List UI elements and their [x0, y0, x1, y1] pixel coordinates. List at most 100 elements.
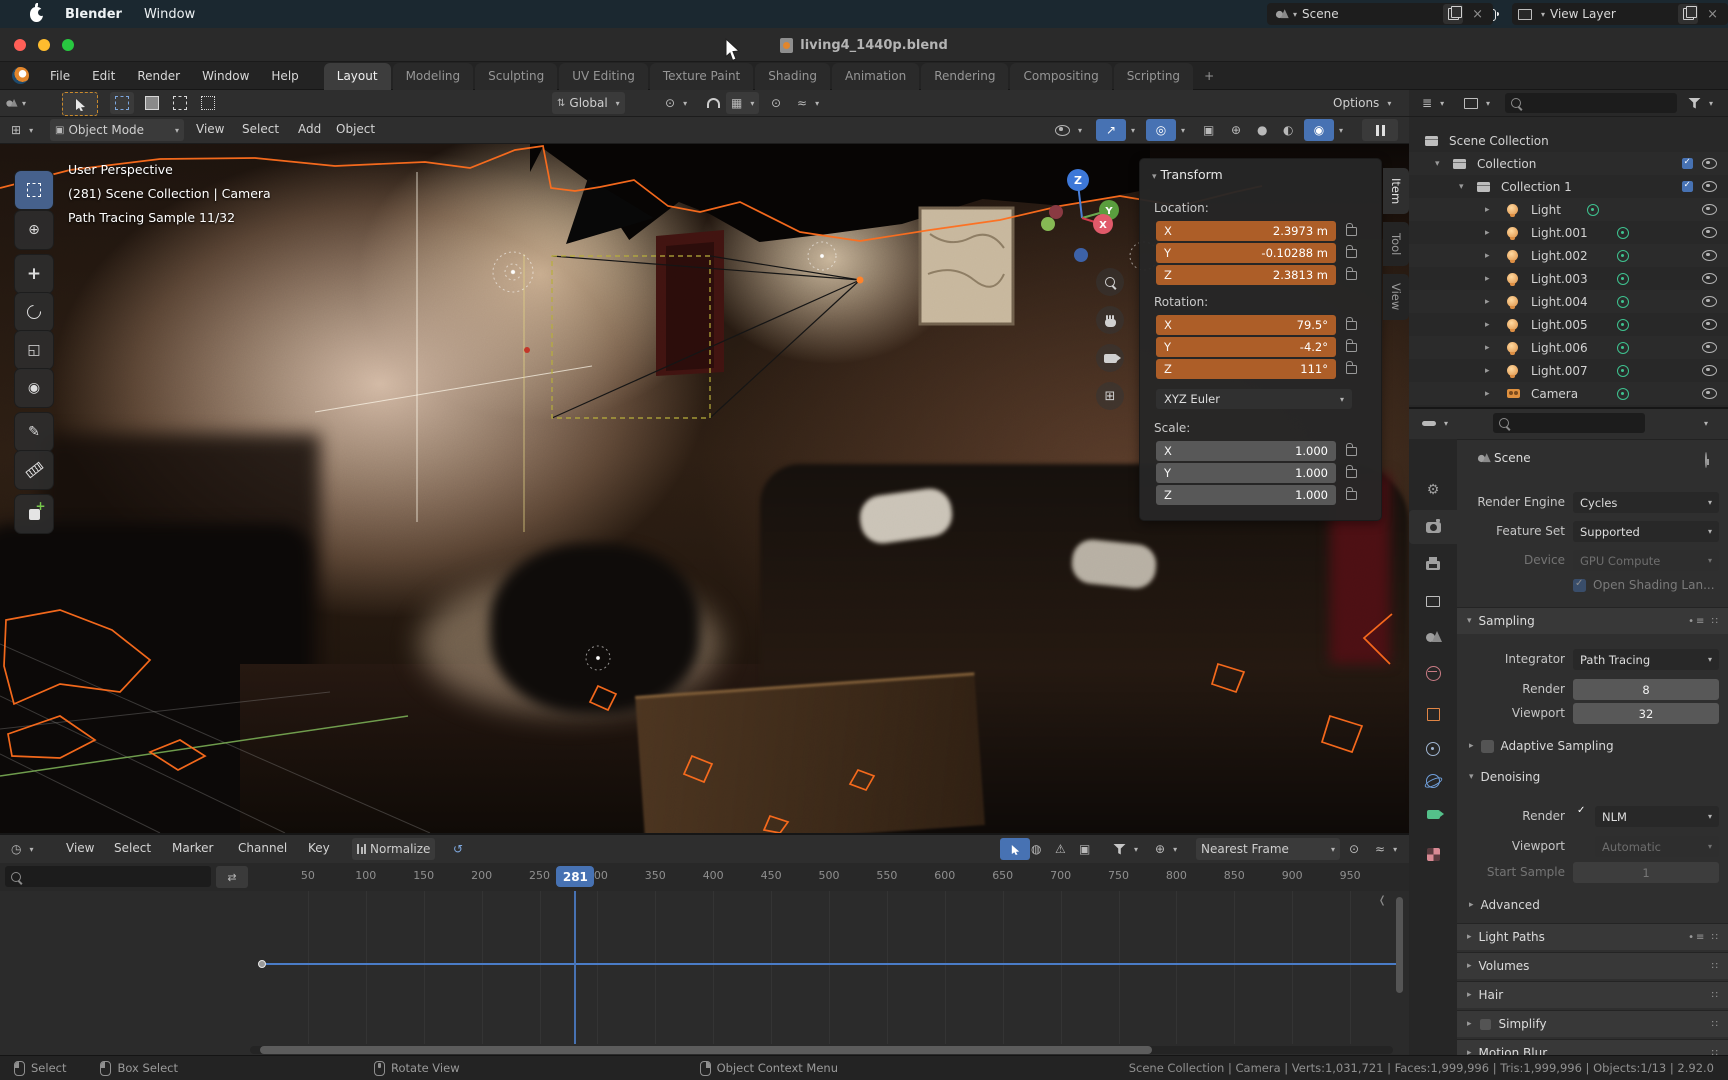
editor-type-button[interactable]: ▾	[6, 92, 31, 114]
menu-file[interactable]: File	[39, 69, 81, 83]
new-scene-button[interactable]	[1443, 4, 1463, 24]
drag-dots-icon[interactable]: ∷	[1712, 1019, 1720, 1030]
show-hidden-toggle[interactable]: ◍	[1026, 838, 1046, 860]
proportional-editing-button[interactable]: ⊙	[766, 92, 786, 114]
outliner-row-light-005[interactable]: ▸Light.005	[1409, 313, 1728, 336]
lock-icon[interactable]	[1346, 491, 1357, 500]
denoise-render-dropdown[interactable]: NLM▾	[1595, 806, 1719, 827]
properties-search-input[interactable]	[1493, 413, 1645, 433]
outliner-row-collection[interactable]: ▾ Collection	[1409, 152, 1728, 175]
lock-icon[interactable]	[1346, 447, 1357, 456]
tool-annotate[interactable]: ✎	[14, 412, 54, 452]
viewport-menu-add[interactable]: Add	[288, 122, 331, 136]
lock-icon[interactable]	[1346, 321, 1357, 330]
timeline-menu-channel[interactable]: Channel	[228, 841, 297, 855]
viewport-pan-button[interactable]	[1096, 306, 1124, 334]
tool-move[interactable]: +	[14, 254, 54, 294]
section-hair[interactable]: ▸Hair ∷	[1457, 981, 1728, 1008]
scale-x-field[interactable]: X1.000	[1156, 441, 1336, 461]
view-layer-selector[interactable]: ▾ View Layer ×	[1512, 3, 1728, 25]
render-samples-field[interactable]: 8	[1573, 679, 1719, 700]
preset-icon[interactable]: •≡	[1688, 932, 1706, 943]
location-x-field[interactable]: X2.3973 m	[1156, 221, 1336, 241]
outliner-row-camera[interactable]: ▸Camera	[1409, 382, 1728, 405]
sidebar-tab-item[interactable]: Item	[1383, 168, 1409, 214]
lock-icon[interactable]	[1346, 343, 1357, 352]
select-mode-new[interactable]	[110, 92, 134, 114]
workspace-tab-shading[interactable]: Shading	[755, 63, 830, 90]
drag-dots-icon[interactable]: ∷	[1712, 932, 1720, 943]
properties-options-dropdown[interactable]: ▾	[1695, 412, 1713, 434]
workspace-tab-uv-editing[interactable]: UV Editing	[559, 63, 648, 90]
tab-scene[interactable]	[1409, 620, 1457, 654]
scale-y-field[interactable]: Y1.000	[1156, 463, 1336, 483]
hide-eye-icon[interactable]	[1702, 319, 1717, 330]
tab-world[interactable]	[1409, 656, 1457, 690]
keyframe-dot[interactable]	[258, 960, 266, 968]
timeline-search-input[interactable]	[5, 866, 211, 887]
hide-eye-icon[interactable]	[1702, 227, 1717, 238]
tool-select-box[interactable]	[14, 170, 54, 210]
overlays-dropdown[interactable]: ▾	[1172, 119, 1190, 141]
workspace-tab-animation[interactable]: Animation	[832, 63, 919, 90]
viewport-editor-type-button[interactable]: ⊞▾	[6, 119, 38, 141]
lock-icon[interactable]	[1346, 365, 1357, 374]
shading-wireframe-button[interactable]: ⊕	[1226, 119, 1246, 141]
transform-panel-title[interactable]: ▾ Transform	[1152, 167, 1223, 182]
menu-render[interactable]: Render	[126, 69, 191, 83]
gizmo-y-neg[interactable]	[1041, 217, 1055, 231]
3d-viewport[interactable]: Z Y X User Perspective (281) Scene Colle…	[0, 144, 1409, 833]
show-errors-toggle[interactable]: ⚠	[1050, 838, 1071, 860]
overlap-frames-toggle[interactable]: ▣	[1074, 838, 1095, 860]
adaptive-sampling-row[interactable]: ▸ Adaptive Sampling	[1469, 739, 1614, 753]
lock-icon[interactable]	[1346, 469, 1357, 478]
tab-object[interactable]	[1409, 697, 1457, 731]
lock-icon[interactable]	[1346, 227, 1357, 236]
preset-icon[interactable]: •≡	[1688, 616, 1706, 627]
osl-row[interactable]: Open Shading Lan...	[1573, 578, 1715, 592]
device-dropdown[interactable]: GPU Compute▾	[1573, 550, 1719, 571]
proportional-editing-toggle[interactable]: ⊙	[1344, 838, 1364, 860]
select-mode-subtract[interactable]	[168, 92, 192, 114]
sidebar-tab-tool[interactable]: Tool	[1383, 222, 1409, 266]
workspace-tab-modeling[interactable]: Modeling	[393, 63, 474, 90]
feature-set-dropdown[interactable]: Supported▾	[1573, 521, 1719, 542]
collection-checkbox[interactable]	[1682, 181, 1693, 192]
drag-dots-icon[interactable]: ∷	[1712, 961, 1720, 972]
hide-eye-icon[interactable]	[1702, 365, 1717, 376]
mode-dropdown[interactable]: ▣Object Mode▾	[50, 119, 184, 141]
gizmo-z-neg[interactable]	[1074, 248, 1088, 262]
tool-transform[interactable]: ◉	[14, 368, 54, 408]
snap-toggle-button[interactable]	[702, 92, 725, 114]
breadcrumb-scene[interactable]: Scene	[1494, 451, 1531, 465]
macos-app-menu[interactable]: Blender	[65, 7, 122, 22]
tool-add-cube[interactable]	[14, 494, 54, 534]
blender-logo-icon[interactable]	[12, 67, 29, 84]
section-volumes[interactable]: ▸Volumes ∷	[1457, 952, 1728, 979]
workspace-tab-rendering[interactable]: Rendering	[921, 63, 1008, 90]
rotation-mode-dropdown[interactable]: XYZ Euler▾	[1156, 389, 1352, 409]
location-z-field[interactable]: Z2.3813 m	[1156, 265, 1336, 285]
select-mode-invert[interactable]	[196, 92, 220, 114]
simplify-checkbox[interactable]	[1480, 1018, 1491, 1029]
hide-eye-icon[interactable]	[1702, 181, 1717, 192]
new-view-layer-button[interactable]	[1678, 4, 1698, 24]
tab-view-layer[interactable]	[1409, 584, 1457, 618]
osl-checkbox[interactable]	[1573, 579, 1586, 592]
rotation-z-field[interactable]: Z111°	[1156, 359, 1336, 379]
hide-eye-icon[interactable]	[1702, 158, 1717, 169]
denoise-viewport-dropdown[interactable]: Automatic▾	[1595, 836, 1719, 857]
hide-eye-icon[interactable]	[1702, 273, 1717, 284]
outliner-row-collection-1[interactable]: ▾ Collection 1	[1409, 175, 1728, 198]
section-simplify[interactable]: ▸Simplify ∷	[1457, 1010, 1728, 1037]
normalize-toggle[interactable]: Normalize	[352, 838, 435, 860]
workspace-tab-scripting[interactable]: Scripting	[1114, 63, 1193, 90]
viewport-perspective-toggle-button[interactable]: ⊞	[1096, 382, 1124, 410]
timeline-editor-type-button[interactable]: ◷▾	[6, 838, 39, 860]
timeline-search-options-button[interactable]: ⇄	[216, 866, 248, 888]
hide-eye-icon[interactable]	[1702, 342, 1717, 353]
pause-render-button[interactable]	[1362, 119, 1398, 141]
pivot-point-dropdown[interactable]: ⊙▾	[660, 92, 692, 114]
outliner-display-mode-dropdown[interactable]: ≣▾	[1417, 92, 1449, 114]
add-workspace-button[interactable]: +	[1195, 63, 1223, 90]
